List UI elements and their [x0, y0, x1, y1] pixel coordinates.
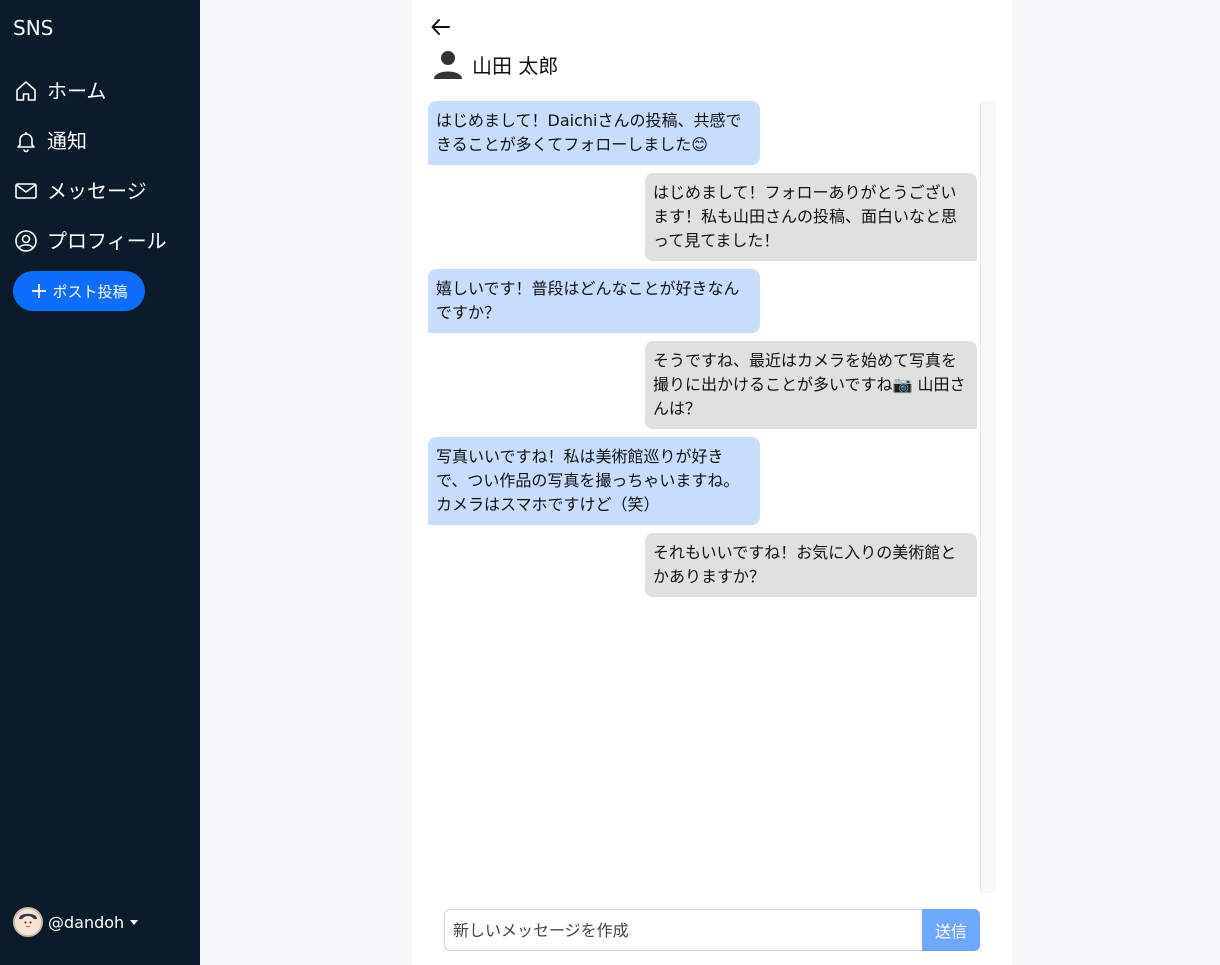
- sidebar-item-notifications[interactable]: 通知: [0, 116, 200, 166]
- message-list[interactable]: はじめまして！Daichiさんの投稿、共感できることが多くてフォローしました😊 …: [428, 101, 996, 893]
- post-button-label: ポスト投稿: [52, 282, 128, 301]
- sidebar-nav: ホーム 通知 メッセージ プロフィール: [0, 66, 200, 266]
- bell-icon: [13, 128, 39, 154]
- send-button[interactable]: 送信: [922, 909, 980, 951]
- message-received: 写真いいですね！私は美術館巡りが好きで、つい作品の写真を撮っちゃいますね。カメラ…: [428, 437, 760, 525]
- sidebar-item-home[interactable]: ホーム: [0, 66, 200, 116]
- sidebar-item-label: ホーム: [47, 79, 107, 103]
- back-button[interactable]: [429, 15, 453, 39]
- message-received: 嬉しいです！普段はどんなことが好きなんですか？: [428, 269, 760, 333]
- plus-icon: [30, 282, 48, 300]
- message-sent: そうですね、最近はカメラを始めて写真を撮りに出かけることが多いですね📷 山田さん…: [645, 341, 977, 429]
- account-menu[interactable]: @dandoh: [13, 907, 139, 937]
- sidebar-item-label: プロフィール: [47, 229, 167, 253]
- message-sent: それもいいですね！お気に入りの美術館とかありますか？: [645, 533, 977, 597]
- sidebar-item-label: メッセージ: [47, 179, 147, 203]
- sidebar-item-profile[interactable]: プロフィール: [0, 216, 200, 266]
- sidebar-item-messages[interactable]: メッセージ: [0, 166, 200, 216]
- message-sent: はじめまして！フォローありがとうございます！私も山田さんの投稿、面白いなと思って…: [645, 173, 977, 261]
- chevron-down-icon: [130, 919, 139, 925]
- chat-header: 山田 太郎: [432, 48, 558, 80]
- person-circle-icon: [13, 228, 39, 254]
- scrollbar[interactable]: [980, 101, 996, 893]
- sidebar-item-label: 通知: [47, 129, 87, 153]
- post-button[interactable]: ポスト投稿: [13, 271, 145, 311]
- sidebar: SNS ホーム 通知 メッセージ プロフィール ポスト投稿 @dandoh: [0, 0, 200, 965]
- home-icon: [13, 78, 39, 104]
- user-icon: [432, 48, 464, 80]
- message-received: はじめまして！Daichiさんの投稿、共感できることが多くてフォローしました😊: [428, 101, 760, 165]
- avatar: [13, 907, 43, 937]
- message-input[interactable]: [444, 909, 922, 951]
- chat-panel: 山田 太郎 はじめまして！Daichiさんの投稿、共感できることが多くてフォロー…: [412, 0, 1012, 965]
- account-handle: @dandoh: [48, 912, 125, 932]
- arrow-left-icon: [431, 19, 450, 35]
- message-composer: 送信: [444, 909, 980, 951]
- envelope-icon: [13, 178, 39, 204]
- brand-logo[interactable]: SNS: [13, 16, 53, 40]
- chat-partner-name: 山田 太郎: [472, 53, 559, 78]
